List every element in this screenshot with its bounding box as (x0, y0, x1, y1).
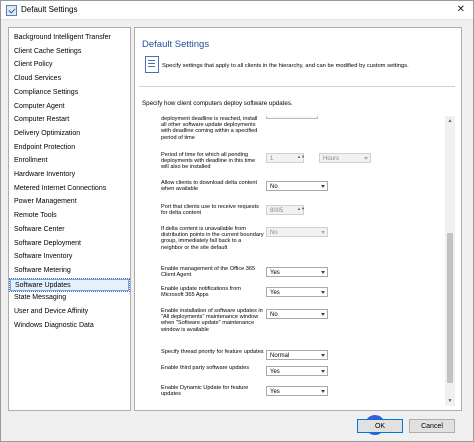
window-title: Default Settings (21, 5, 78, 14)
sidebar-item-power-management[interactable]: Power Management (10, 196, 129, 208)
setting-label: If delta content is unavailable from dis… (161, 226, 264, 251)
sidebar-item-software-deployment[interactable]: Software Deployment (10, 238, 129, 250)
setting-dropdown[interactable]: No (266, 309, 328, 319)
sidebar-item-software-inventory[interactable]: Software Inventory (10, 251, 129, 263)
sidebar-item-delivery-optimization[interactable]: Delivery Optimization (10, 128, 129, 140)
page-title: Default Settings (142, 39, 210, 50)
chevron-down-icon (321, 231, 325, 234)
dropdown-value: No (270, 230, 278, 236)
scroll-thumb[interactable] (447, 233, 453, 383)
chevron-down-icon (321, 271, 325, 274)
sidebar-item-enrollment[interactable]: Enrollment (10, 155, 129, 167)
setting-label: Allow clients to download delta content … (161, 180, 258, 193)
number-stepper[interactable]: 1 ▲▼ (266, 153, 305, 163)
dropdown-value: Yes (270, 389, 280, 395)
setting-label: Enable third party software updates (161, 365, 249, 371)
dropdown-value: No (270, 312, 278, 318)
sidebar-item-computer-restart[interactable]: Computer Restart (10, 114, 129, 126)
panel-description: Specify settings that apply to all clien… (162, 63, 409, 69)
chevron-down-icon (321, 390, 325, 393)
setting-label: Enable update notifications from Microso… (161, 286, 241, 299)
dropdown-value: Yes (270, 290, 280, 296)
settings-app-icon (6, 5, 17, 16)
dialog-window: Default Settings ✕ Background Intelligen… (0, 0, 474, 442)
divider (139, 86, 455, 87)
stepper-value: 8005 (270, 208, 284, 214)
unit-dropdown[interactable]: Hours (319, 153, 371, 163)
scroll-up-icon[interactable]: ▲ (445, 116, 455, 126)
sidebar-item-computer-agent[interactable]: Computer Agent (10, 101, 129, 113)
sidebar-item-user-and-device-affinity[interactable]: User and Device Affinity (10, 306, 129, 318)
number-stepper[interactable]: 8005 ▲▼ (266, 205, 305, 215)
setting-label: Enable management of the Office 365 Clie… (161, 266, 256, 279)
sidebar-item-compliance-settings[interactable]: Compliance Settings (10, 87, 129, 99)
chevron-down-icon (321, 291, 325, 294)
scroll-down-icon[interactable]: ▼ (445, 396, 455, 406)
setting-dropdown[interactable]: Yes (266, 287, 328, 297)
dropdown-value: Normal (270, 353, 290, 359)
setting-label: deployment deadline is reached, install … (161, 116, 258, 141)
setting-label: Enable Dynamic Update for feature update… (161, 385, 249, 398)
cancel-button[interactable]: Cancel (409, 419, 455, 433)
settings-panel: Default Settings Specify settings that a… (134, 27, 462, 411)
setting-dropdown[interactable]: Yes (266, 366, 328, 376)
sidebar-item-metered-internet-connections[interactable]: Metered Internet Connections (10, 183, 129, 195)
sidebar-item-remote-tools[interactable]: Remote Tools (10, 210, 129, 222)
sidebar-item-endpoint-protection[interactable]: Endpoint Protection (10, 142, 129, 154)
sidebar-item-cloud-services[interactable]: Cloud Services (10, 73, 129, 85)
setting-label: Specify thread priority for feature upda… (161, 349, 264, 355)
dropdown-value: Hours (323, 156, 340, 162)
sidebar-item-software-metering[interactable]: Software Metering (10, 265, 129, 277)
setting-dropdown[interactable]: Normal (266, 350, 328, 360)
dropdown-value: No (270, 184, 278, 190)
chevron-down-icon (364, 157, 368, 160)
sidebar-item-background-intelligent-transfer[interactable]: Background Intelligent Transfer (10, 32, 129, 44)
settings-grid: deployment deadline is reached, install … (158, 116, 445, 406)
ok-button[interactable]: OK (357, 419, 403, 433)
sidebar-item-client-policy[interactable]: Client Policy (10, 59, 129, 71)
vertical-scrollbar[interactable]: ▲ ▼ (445, 116, 455, 406)
sidebar-item-state-messaging[interactable]: State Messaging (10, 292, 129, 304)
setting-label: Enable installation of software updates … (161, 308, 263, 333)
sidebar-item-software-updates[interactable]: Software Updates (9, 277, 130, 292)
setting-label: Port that clients use to receive request… (161, 204, 259, 217)
setting-label: Period of time for which all pending dep… (161, 152, 256, 171)
checklist-icon (145, 56, 159, 73)
close-icon[interactable]: ✕ (457, 4, 465, 15)
sidebar-item-client-cache-settings[interactable]: Client Cache Settings (10, 46, 129, 58)
chevron-down-icon (321, 370, 325, 373)
chevron-down-icon (321, 313, 325, 316)
dropdown-value: Yes (270, 270, 280, 276)
sidebar-item-software-center[interactable]: Software Center (10, 224, 129, 236)
sidebar-item-hardware-inventory[interactable]: Hardware Inventory (10, 169, 129, 181)
title-bar: Default Settings ✕ (1, 1, 473, 20)
setting-dropdown[interactable]: Yes (266, 386, 328, 396)
spin-arrows-icon[interactable]: ▲▼ (297, 155, 305, 162)
setting-dropdown[interactable]: Yes (266, 267, 328, 277)
sidebar-item-windows-diagnostic-data[interactable]: Windows Diagnostic Data (10, 320, 129, 332)
setting-dropdown[interactable]: No (266, 181, 328, 191)
chevron-down-icon (321, 185, 325, 188)
dropdown-value: Yes (270, 369, 280, 375)
spin-arrows-icon[interactable]: ▲▼ (297, 207, 305, 214)
partial-input[interactable] (266, 116, 318, 119)
chevron-down-icon (321, 354, 325, 357)
stepper-value: 1 (270, 156, 274, 162)
setting-dropdown[interactable]: No (266, 227, 328, 237)
section-subheading: Specify how client computers deploy soft… (142, 100, 293, 107)
settings-category-list: Background Intelligent Transfer Client Ca… (8, 27, 131, 411)
